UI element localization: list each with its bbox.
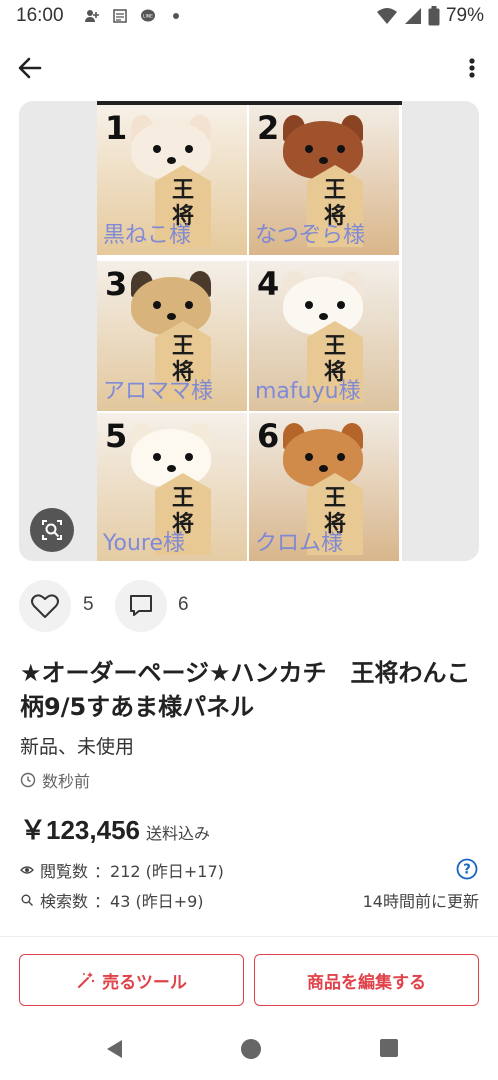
magic-wand-icon [78, 972, 95, 988]
clock-icon [20, 772, 36, 788]
item-price: ￥123,456 [20, 815, 140, 845]
photo-cell-5: 王将 5 Youre様 [97, 413, 247, 561]
edit-item-label: 商品を編集する [307, 972, 426, 993]
cell-number: 2 [257, 109, 280, 147]
image-search-button[interactable] [30, 508, 74, 552]
photo-cell-2: 王将 2 なつぞら様 [249, 105, 399, 255]
product-photo[interactable]: 王将 1 黒ねこ様 王将 2 なつぞら様 王将 3 アロママ様 王将 4 maf… [97, 101, 402, 561]
dot-icon [173, 13, 179, 19]
cell-number: 1 [105, 109, 128, 147]
search-label: 検索数 [40, 892, 89, 911]
news-icon [113, 9, 127, 23]
posted-time: 数秒前 [42, 772, 91, 791]
photo-cell-3: 王将 3 アロママ様 [97, 261, 247, 411]
edit-item-button[interactable]: 商品を編集する [254, 954, 479, 1006]
watermark-name: クロム様 [255, 531, 344, 556]
eye-icon [20, 866, 34, 874]
divider [0, 936, 498, 937]
watermark-name: Youre様 [103, 531, 186, 556]
item-title: ★オーダーページ★ハンカチ 王将わんこ柄9/5すあま様パネル [20, 659, 471, 721]
watermark-name: アロママ様 [103, 379, 214, 404]
views-row: 閲覧数 ：212 (昨日+17) [20, 858, 224, 882]
wifi-icon [376, 8, 397, 24]
person-add-icon [85, 10, 99, 22]
posted-time-row: 数秒前 [20, 768, 90, 792]
product-image-card[interactable]: 王将 1 黒ねこ様 王将 2 なつぞら様 王将 3 アロママ様 王将 4 maf… [19, 101, 479, 561]
sell-tools-label: 売るツール [102, 972, 187, 993]
line-icon: LINE [141, 9, 155, 22]
like-button[interactable] [19, 580, 71, 632]
battery-icon [428, 6, 440, 26]
comment-button[interactable] [115, 580, 167, 632]
like-count: 5 [83, 594, 94, 615]
views-label: 閲覧数 [40, 862, 89, 881]
comment-count: 6 [178, 594, 189, 615]
nav-back-icon[interactable] [104, 1038, 124, 1060]
notification-icons: LINE [84, 8, 184, 24]
status-time: 16:00 [16, 5, 64, 26]
comment-icon [130, 595, 152, 616]
battery-percent: 79% [445, 5, 484, 26]
photo-cell-1: 王将 1 黒ねこ様 [97, 105, 247, 255]
cell-number: 3 [105, 265, 128, 303]
svg-text:?: ? [463, 863, 471, 878]
shipping-label: 送料込み [145, 824, 210, 843]
status-bar: 16:00 LINE 79% [0, 0, 498, 34]
svg-text:LINE: LINE [143, 14, 153, 20]
back-arrow-icon[interactable] [14, 52, 46, 84]
cell-number: 5 [105, 417, 128, 455]
signal-icon [404, 8, 421, 24]
search-count-row: 検索数 ：43 (昨日+9) [20, 888, 204, 912]
nav-recents-icon[interactable] [379, 1038, 399, 1058]
item-condition: 新品、未使用 [20, 736, 135, 758]
nav-home-icon[interactable] [240, 1038, 262, 1060]
system-icons: 79% [376, 5, 484, 27]
more-vertical-icon[interactable] [460, 52, 484, 84]
views-value: ：212 (昨日+17) [94, 862, 224, 881]
cell-number: 6 [257, 417, 280, 455]
photo-cell-6: 王将 6 クロム様 [249, 413, 399, 561]
sell-tools-button[interactable]: 売るツール [19, 954, 244, 1006]
help-icon[interactable]: ? [456, 858, 478, 880]
watermark-name: 黒ねこ様 [103, 223, 192, 248]
photo-cell-4: 王将 4 mafuyu様 [249, 261, 399, 411]
heart-icon [31, 594, 59, 618]
price-row: ￥123,456 送料込み [20, 810, 210, 847]
watermark-name: なつぞら様 [255, 223, 366, 248]
lens-search-icon [42, 520, 62, 540]
system-nav-bar [0, 1020, 498, 1080]
cell-number: 4 [257, 265, 280, 303]
search-icon [21, 894, 33, 906]
updated-time: 14時間前に更新 [362, 892, 479, 911]
watermark-name: mafuyu様 [255, 379, 361, 404]
app-bar [0, 40, 498, 96]
social-actions: 5 6 [19, 580, 479, 636]
search-value: ：43 (昨日+9) [94, 892, 204, 911]
